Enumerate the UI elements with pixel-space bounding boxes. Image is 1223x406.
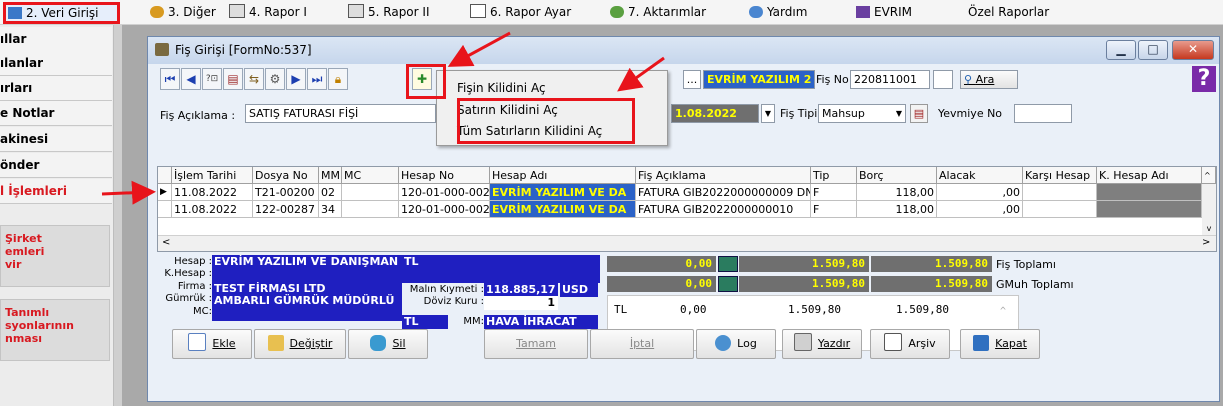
arrow-to-unlock-button [447,31,511,67]
annotation-arrows [101,31,665,205]
arrow-to-row [101,180,156,205]
arrow-to-menu [617,56,665,92]
